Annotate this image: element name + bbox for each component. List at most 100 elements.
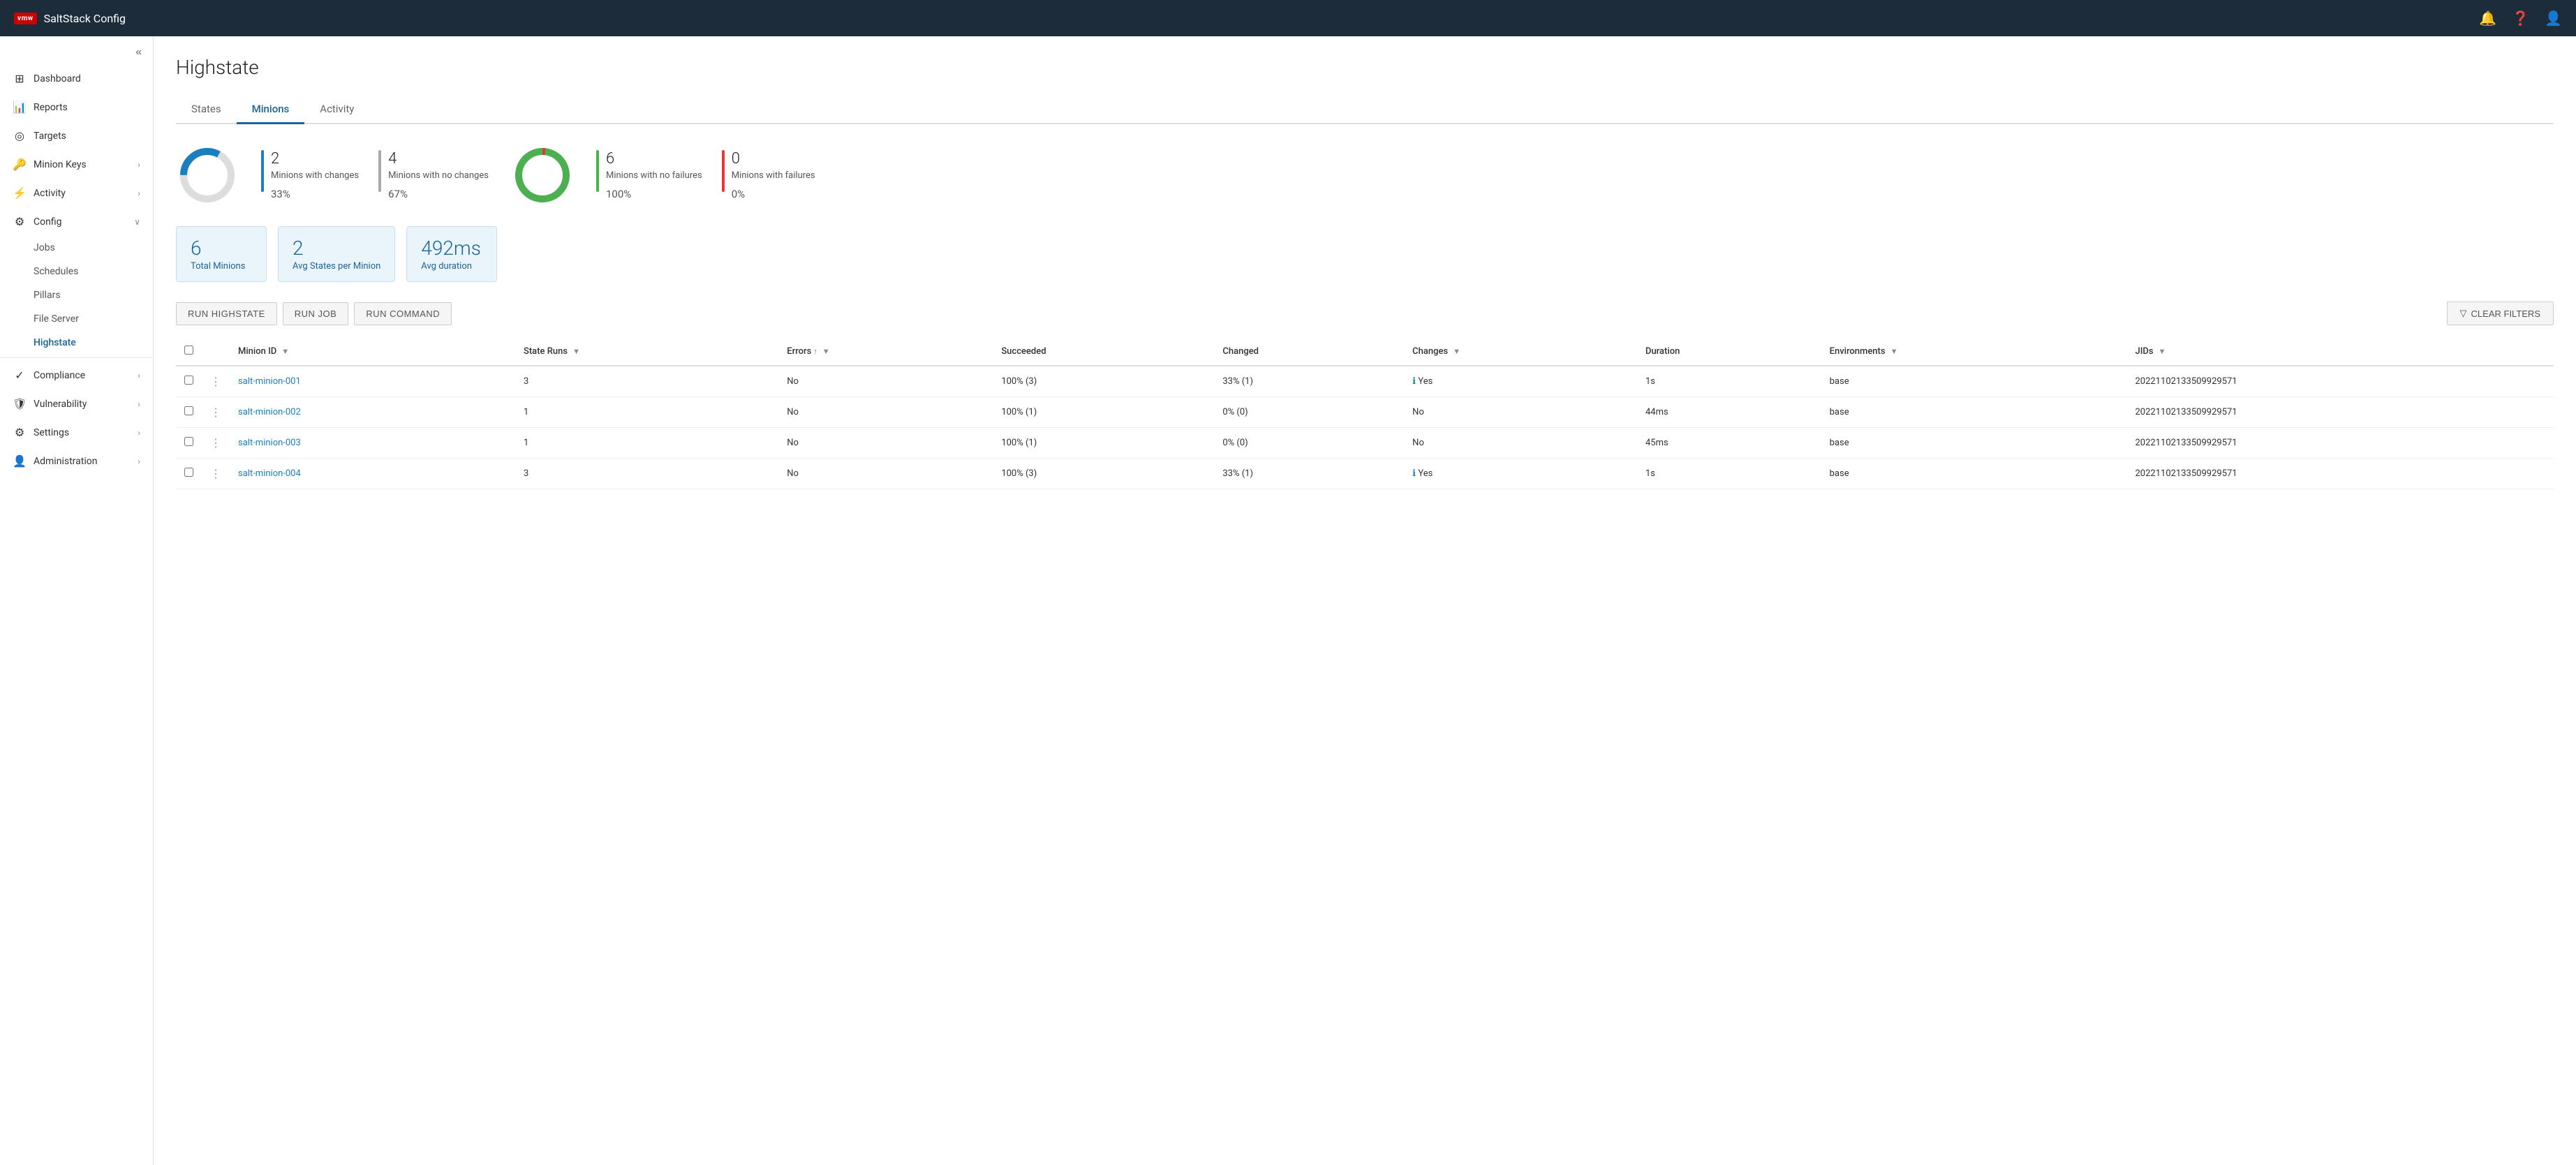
- row-menu-2[interactable]: ⋮: [202, 428, 230, 459]
- select-all-checkbox[interactable]: [184, 346, 193, 355]
- select-all-header[interactable]: [176, 338, 202, 366]
- sidebar-item-compliance[interactable]: ✓ Compliance ›: [0, 361, 153, 389]
- help-icon[interactable]: ❓: [2512, 10, 2529, 27]
- table-row: ⋮ salt-minion-002 1 No 100% (1) 0% (0) N…: [176, 397, 2554, 428]
- tab-states[interactable]: States: [176, 96, 237, 124]
- no-failures-count: 6: [606, 150, 702, 168]
- page-title: Highstate: [176, 56, 2554, 79]
- sidebar-item-reports[interactable]: 📊 Reports: [0, 93, 153, 121]
- minion-link-0[interactable]: salt-minion-001: [238, 376, 301, 387]
- col-changed: Changed: [1214, 338, 1404, 366]
- avg-duration-label: Avg duration: [421, 261, 482, 272]
- sidebar-item-label: Activity: [34, 188, 66, 199]
- tab-minions[interactable]: Minions: [237, 96, 305, 124]
- changes-info-icon[interactable]: ℹ: [1412, 376, 1416, 387]
- app-title: SaltStack Config: [44, 12, 126, 25]
- row-checkbox-cell[interactable]: [176, 428, 202, 459]
- cell-jid-1: 20221102133509929571: [2126, 397, 2554, 428]
- minions-table-wrap: Minion ID ▼ State Runs ▼: [176, 338, 2554, 489]
- sidebar-item-activity[interactable]: ⚡ Activity ›: [0, 179, 153, 207]
- state-runs-filter-icon[interactable]: ▼: [572, 347, 580, 356]
- sidebar-item-targets[interactable]: ◎ Targets: [0, 121, 153, 150]
- changes-filter-icon[interactable]: ▼: [1453, 347, 1460, 356]
- errors-sort-asc-icon[interactable]: ↑: [813, 347, 817, 356]
- jids-col-label: JIDs: [2135, 346, 2153, 357]
- row-menu-3[interactable]: ⋮: [202, 459, 230, 489]
- sidebar-item-schedules[interactable]: Schedules: [34, 260, 153, 283]
- run-highstate-button[interactable]: RUN HIGHSTATE: [176, 302, 277, 325]
- row-checkbox-cell[interactable]: [176, 459, 202, 489]
- failures-with-bar: 0 Minions with failures 0%: [722, 150, 815, 200]
- sidebar-item-settings[interactable]: ⚙ Settings ›: [0, 418, 153, 447]
- failures-stat: 0 Minions with failures 0%: [732, 150, 815, 200]
- cell-environment-2: base: [1821, 428, 2127, 459]
- sidebar-collapse-button[interactable]: «: [135, 46, 142, 59]
- sidebar-item-administration[interactable]: 👤 Administration ›: [0, 447, 153, 475]
- changes-with-bar: 2 Minions with changes 33%: [261, 150, 359, 200]
- row-checkbox-cell[interactable]: [176, 366, 202, 397]
- no-changes-bar-gray: [378, 150, 381, 192]
- topnav-actions: 🔔 ❓ 👤: [2479, 10, 2562, 27]
- row-menu-1[interactable]: ⋮: [202, 397, 230, 428]
- avg-states-card: 2 Avg States per Minion: [278, 226, 395, 282]
- run-job-button[interactable]: RUN JOB: [283, 302, 349, 325]
- cell-minion-id-1: salt-minion-002: [230, 397, 515, 428]
- col-minion-id: Minion ID ▼: [230, 338, 515, 366]
- chevron-right-icon: ›: [138, 399, 140, 409]
- row-checkbox-cell[interactable]: [176, 397, 202, 428]
- sidebar-item-dashboard[interactable]: ⊞ Dashboard: [0, 64, 153, 93]
- action-row: RUN HIGHSTATE RUN JOB RUN COMMAND ▽ CLEA…: [176, 302, 2554, 325]
- clear-filters-label: CLEAR FILTERS: [2471, 309, 2540, 319]
- minion-link-2[interactable]: salt-minion-003: [238, 438, 301, 448]
- changes-info-icon[interactable]: ℹ: [1412, 468, 1416, 479]
- sidebar-item-config[interactable]: ⚙ Config ∨: [0, 207, 153, 236]
- cell-succeeded-1: 100% (1): [993, 397, 1214, 428]
- minion-link-3[interactable]: salt-minion-004: [238, 468, 301, 479]
- sidebar-item-highstate[interactable]: Highstate: [34, 331, 153, 355]
- chevron-right-icon: ›: [138, 428, 140, 438]
- user-icon[interactable]: 👤: [2545, 10, 2562, 27]
- failures-stats: 6 Minions with no failures 100% 0 Minion…: [596, 150, 815, 200]
- changes-count: 2: [271, 150, 359, 168]
- config-submenu: Jobs Schedules Pillars File Server Highs…: [0, 236, 153, 355]
- minion-id-filter-icon[interactable]: ▼: [281, 347, 289, 356]
- layout: « ⊞ Dashboard 📊 Reports ◎ Targets 🔑 Mini…: [0, 36, 2576, 1165]
- minion-link-1[interactable]: salt-minion-002: [238, 407, 301, 417]
- col-state-runs: State Runs ▼: [515, 338, 778, 366]
- row-checkbox-1[interactable]: [184, 406, 193, 415]
- minion-keys-icon: 🔑: [13, 158, 27, 171]
- sidebar-item-jobs[interactable]: Jobs: [34, 236, 153, 260]
- cell-jid-0: 20221102133509929571: [2126, 366, 2554, 397]
- clear-filters-button[interactable]: ▽ CLEAR FILTERS: [2447, 302, 2554, 325]
- errors-filter-icon[interactable]: ▼: [822, 347, 830, 356]
- changes-stats: 2 Minions with changes 33% 4 Minions wit…: [261, 150, 489, 200]
- sidebar-divider: [0, 357, 153, 358]
- cell-state-runs-3: 3: [515, 459, 778, 489]
- action-buttons: RUN HIGHSTATE RUN JOB RUN COMMAND: [176, 302, 452, 325]
- jids-filter-icon[interactable]: ▼: [2159, 347, 2166, 356]
- sidebar-item-file-server[interactable]: File Server: [34, 307, 153, 331]
- chevron-right-icon: ›: [138, 457, 140, 466]
- cell-environment-3: base: [1821, 459, 2127, 489]
- cell-errors-2: No: [778, 428, 993, 459]
- no-failures-bar-green: [596, 150, 599, 192]
- environments-filter-icon[interactable]: ▼: [1890, 347, 1898, 356]
- cell-state-runs-2: 1: [515, 428, 778, 459]
- settings-icon: ⚙: [13, 426, 27, 439]
- cell-state-runs-1: 1: [515, 397, 778, 428]
- sidebar-item-minion-keys[interactable]: 🔑 Minion Keys ›: [0, 150, 153, 179]
- sidebar-item-pillars[interactable]: Pillars: [34, 283, 153, 307]
- sidebar-toggle-area: «: [0, 36, 153, 64]
- row-checkbox-2[interactable]: [184, 437, 193, 446]
- tab-activity[interactable]: Activity: [304, 96, 369, 124]
- sidebar: « ⊞ Dashboard 📊 Reports ◎ Targets 🔑 Mini…: [0, 36, 154, 1165]
- row-checkbox-3[interactable]: [184, 468, 193, 477]
- run-command-button[interactable]: RUN COMMAND: [354, 302, 452, 325]
- no-failures-with-bar: 6 Minions with no failures 100%: [596, 150, 702, 200]
- notification-icon[interactable]: 🔔: [2479, 10, 2496, 27]
- sidebar-item-vulnerability[interactable]: 🛡 Vulnerability ›: [0, 389, 153, 418]
- topnav-brand: vmw SaltStack Config: [14, 12, 126, 25]
- row-menu-0[interactable]: ⋮: [202, 366, 230, 397]
- row-checkbox-0[interactable]: [184, 376, 193, 385]
- failures-label: Minions with failures: [732, 170, 815, 182]
